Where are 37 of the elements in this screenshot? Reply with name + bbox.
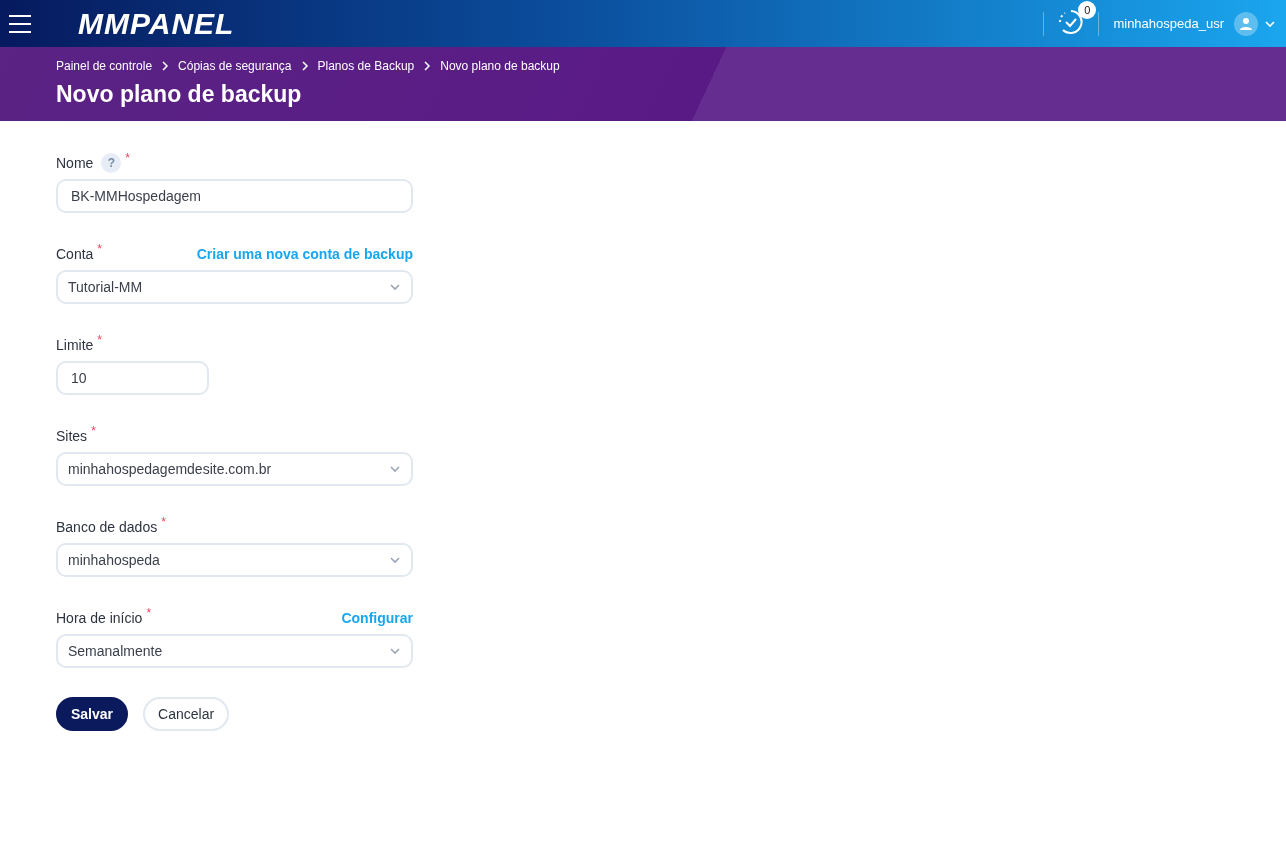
chevron-down-icon: [389, 554, 401, 566]
field-label: Sites: [56, 428, 88, 444]
chevron-right-icon: [423, 61, 432, 71]
required-mark: *: [97, 242, 103, 256]
tasks-check-icon[interactable]: [1058, 8, 1085, 35]
menu-icon[interactable]: [8, 13, 32, 34]
select-field[interactable]: minhahospeda: [56, 543, 413, 577]
breadcrumb-link[interactable]: Planos de Backup: [317, 59, 415, 73]
required-mark: *: [91, 424, 96, 438]
field-label: Limite: [56, 337, 94, 353]
chevron-down-icon: [389, 281, 401, 293]
page-title: Novo plano de backup: [56, 81, 303, 108]
select-field[interactable]: Semanalmente: [56, 634, 413, 668]
input-field[interactable]: 10: [56, 361, 209, 395]
breadcrumb-link[interactable]: Painel de controle: [56, 59, 153, 73]
cancel-button[interactable]: Cancelar: [143, 697, 230, 731]
input-field[interactable]: BK-MMHospedagem: [56, 179, 413, 213]
chevron-down-icon: [389, 645, 401, 657]
field-label: Nome: [56, 155, 94, 171]
field-label: Hora de início: [56, 610, 143, 626]
select-field[interactable]: Tutorial-MM: [56, 270, 413, 304]
field-label: Conta: [56, 246, 94, 262]
chevron-down-icon: [389, 463, 401, 475]
logo[interactable]: MMPANEL: [78, 6, 235, 41]
required-mark: *: [161, 515, 166, 529]
required-mark: *: [146, 606, 152, 620]
notification-badge: 0: [1078, 0, 1097, 19]
required-mark: *: [125, 151, 131, 165]
breadcrumb-link[interactable]: Cópias de segurança: [178, 59, 292, 73]
field-label: Banco de dados: [56, 519, 158, 535]
user-avatar[interactable]: [1234, 11, 1258, 36]
chevron-right-icon: [161, 61, 170, 71]
save-button[interactable]: Salvar: [56, 697, 129, 731]
breadcrumb-link[interactable]: Novo plano de backup: [440, 59, 560, 73]
chevron-right-icon: [300, 61, 309, 71]
select-field[interactable]: minhahospedagemdesite.com.br: [56, 452, 413, 486]
required-mark: *: [97, 333, 103, 347]
